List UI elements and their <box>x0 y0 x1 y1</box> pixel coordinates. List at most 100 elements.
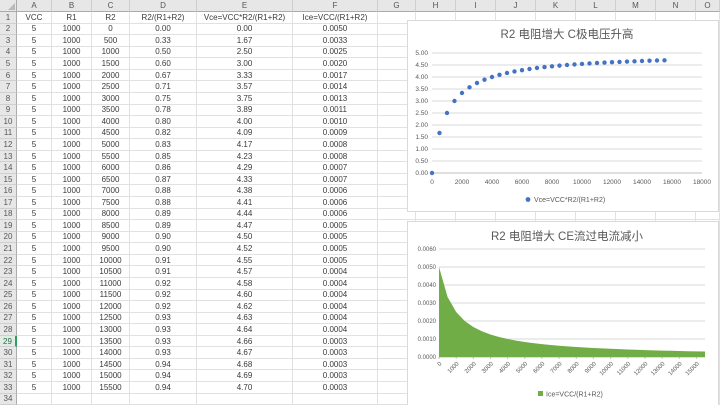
cell-C34[interactable] <box>92 394 130 405</box>
row-header-6[interactable]: 6 <box>0 70 17 82</box>
cell-B30[interactable]: 1000 <box>52 347 92 359</box>
column-header-F[interactable]: F <box>293 0 378 12</box>
cell-E32[interactable]: 4.69 <box>197 370 293 382</box>
cell-D25[interactable]: 0.92 <box>130 290 197 302</box>
cell-B3[interactable]: 1000 <box>52 35 92 47</box>
cell-F6[interactable]: 0.0017 <box>293 70 378 82</box>
vce-scatter-chart[interactable]: R2 电阻增大 C极电压升高0.000.501.001.502.002.503.… <box>407 20 719 212</box>
cell-D22[interactable]: 0.91 <box>130 255 197 267</box>
row-header-30[interactable]: 30 <box>0 347 17 359</box>
column-header-G[interactable]: G <box>378 0 416 12</box>
column-header-H[interactable]: H <box>416 0 456 12</box>
cell-F23[interactable]: 0.0004 <box>293 266 378 278</box>
cell-F8[interactable]: 0.0013 <box>293 93 378 105</box>
row-header-26[interactable]: 26 <box>0 301 17 313</box>
cell-F27[interactable]: 0.0004 <box>293 313 378 325</box>
row-header-15[interactable]: 15 <box>0 174 17 186</box>
cell-A16[interactable]: 5 <box>17 185 52 197</box>
cell-D28[interactable]: 0.93 <box>130 324 197 336</box>
cell-D34[interactable] <box>130 394 197 405</box>
cell-B22[interactable]: 1000 <box>52 255 92 267</box>
cell-E9[interactable]: 3.89 <box>197 105 293 117</box>
cell-F26[interactable]: 0.0004 <box>293 301 378 313</box>
cell-E15[interactable]: 4.33 <box>197 174 293 186</box>
cell-E20[interactable]: 4.50 <box>197 232 293 244</box>
cell-A23[interactable]: 5 <box>17 266 52 278</box>
cell-D32[interactable]: 0.94 <box>130 370 197 382</box>
cell-C26[interactable]: 12000 <box>92 301 130 313</box>
cell-B9[interactable]: 1000 <box>52 105 92 117</box>
row-header-18[interactable]: 18 <box>0 209 17 221</box>
cell-E14[interactable]: 4.29 <box>197 162 293 174</box>
cell-A21[interactable]: 5 <box>17 243 52 255</box>
cell-E18[interactable]: 4.44 <box>197 209 293 221</box>
cell-B34[interactable] <box>52 394 92 405</box>
cell-A1[interactable]: VCC <box>17 12 52 24</box>
cell-E25[interactable]: 4.60 <box>197 290 293 302</box>
cell-F1[interactable]: Ice=VCC/(R1+R2) <box>293 12 378 24</box>
cell-A29[interactable]: 5 <box>17 336 52 348</box>
cell-D6[interactable]: 0.67 <box>130 70 197 82</box>
cell-A3[interactable]: 5 <box>17 35 52 47</box>
cell-B12[interactable]: 1000 <box>52 139 92 151</box>
cell-D20[interactable]: 0.90 <box>130 232 197 244</box>
cell-B33[interactable]: 1000 <box>52 382 92 394</box>
column-header-I[interactable]: I <box>456 0 496 12</box>
cell-A15[interactable]: 5 <box>17 174 52 186</box>
cell-D17[interactable]: 0.88 <box>130 197 197 209</box>
cell-B5[interactable]: 1000 <box>52 58 92 70</box>
cell-C18[interactable]: 8000 <box>92 209 130 221</box>
cell-F12[interactable]: 0.0008 <box>293 139 378 151</box>
cell-F29[interactable]: 0.0003 <box>293 336 378 348</box>
cell-C5[interactable]: 1500 <box>92 58 130 70</box>
cell-A6[interactable]: 5 <box>17 70 52 82</box>
row-header-32[interactable]: 32 <box>0 370 17 382</box>
cell-A33[interactable]: 5 <box>17 382 52 394</box>
column-header-N[interactable]: N <box>656 0 696 12</box>
row-header-23[interactable]: 23 <box>0 266 17 278</box>
cell-A28[interactable]: 5 <box>17 324 52 336</box>
cell-D27[interactable]: 0.93 <box>130 313 197 325</box>
cell-F24[interactable]: 0.0004 <box>293 278 378 290</box>
cell-F32[interactable]: 0.0003 <box>293 370 378 382</box>
cell-C7[interactable]: 2500 <box>92 81 130 93</box>
column-header-A[interactable]: A <box>17 0 52 12</box>
cell-B10[interactable]: 1000 <box>52 116 92 128</box>
cell-F16[interactable]: 0.0006 <box>293 185 378 197</box>
cell-C11[interactable]: 4500 <box>92 128 130 140</box>
cell-A19[interactable]: 5 <box>17 220 52 232</box>
cell-D18[interactable]: 0.89 <box>130 209 197 221</box>
cell-E30[interactable]: 4.67 <box>197 347 293 359</box>
row-header-8[interactable]: 8 <box>0 93 17 105</box>
cell-D23[interactable]: 0.91 <box>130 266 197 278</box>
cell-A9[interactable]: 5 <box>17 105 52 117</box>
row-header-13[interactable]: 13 <box>0 151 17 163</box>
cell-E31[interactable]: 4.68 <box>197 359 293 371</box>
cell-D16[interactable]: 0.88 <box>130 185 197 197</box>
cell-C14[interactable]: 6000 <box>92 162 130 174</box>
cell-A22[interactable]: 5 <box>17 255 52 267</box>
cell-C31[interactable]: 14500 <box>92 359 130 371</box>
cell-F17[interactable]: 0.0006 <box>293 197 378 209</box>
cell-D29[interactable]: 0.93 <box>130 336 197 348</box>
cell-A27[interactable]: 5 <box>17 313 52 325</box>
cell-E7[interactable]: 3.57 <box>197 81 293 93</box>
cell-B17[interactable]: 1000 <box>52 197 92 209</box>
row-header-21[interactable]: 21 <box>0 243 17 255</box>
cell-A2[interactable]: 5 <box>17 24 52 36</box>
cell-D5[interactable]: 0.60 <box>130 58 197 70</box>
cell-B1[interactable]: R1 <box>52 12 92 24</box>
cell-E22[interactable]: 4.55 <box>197 255 293 267</box>
cell-D26[interactable]: 0.92 <box>130 301 197 313</box>
cell-C24[interactable]: 11000 <box>92 278 130 290</box>
cell-F5[interactable]: 0.0020 <box>293 58 378 70</box>
row-header-24[interactable]: 24 <box>0 278 17 290</box>
row-header-22[interactable]: 22 <box>0 255 17 267</box>
cell-B24[interactable]: 1000 <box>52 278 92 290</box>
row-header-4[interactable]: 4 <box>0 47 17 59</box>
row-header-11[interactable]: 11 <box>0 128 17 140</box>
cell-E8[interactable]: 3.75 <box>197 93 293 105</box>
row-header-5[interactable]: 5 <box>0 58 17 70</box>
cell-F25[interactable]: 0.0004 <box>293 290 378 302</box>
cell-B2[interactable]: 1000 <box>52 24 92 36</box>
